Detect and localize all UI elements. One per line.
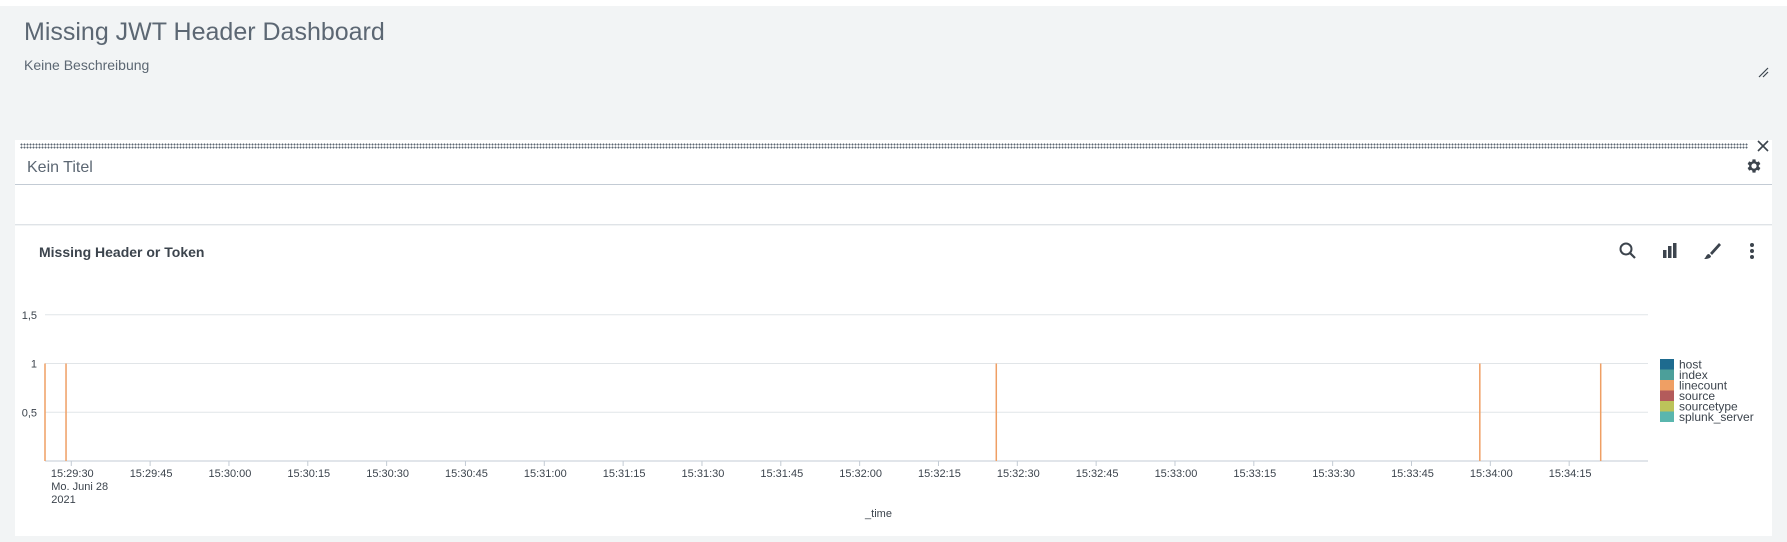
x-tick-label: 15:34:15 xyxy=(1549,468,1592,480)
x-tick-sublabel: 2021 xyxy=(51,494,75,506)
legend-label-splunk_server: splunk_server xyxy=(1679,410,1754,424)
x-tick-label: 15:32:45 xyxy=(1076,468,1119,480)
x-tick-label: 15:33:45 xyxy=(1391,468,1434,480)
column-chart: 0,5 1 1,5 15:29:30 15:29:45 15:30:00 15:30:15 1… xyxy=(22,310,1754,520)
viz-toolbar xyxy=(1617,240,1777,262)
x-tick-label: 15:32:30 xyxy=(997,468,1040,480)
x-tick-label: 15:33:15 xyxy=(1233,468,1276,480)
legend-swatch-index xyxy=(1660,369,1674,380)
panel-title[interactable]: Kein Titel xyxy=(27,159,93,177)
bar-linecount xyxy=(65,363,67,461)
x-tick-label: 15:32:00 xyxy=(839,468,882,480)
x-tick-label: 15:30:45 xyxy=(445,468,488,480)
x-tick-label: 15:33:00 xyxy=(1155,468,1198,480)
x-tick-label: 15:29:30 xyxy=(51,468,94,480)
visualization-panel: Missing Header or Token 0,5 1 1,5 15:29:30 1… xyxy=(15,226,1772,536)
viz-title: Missing Header or Token xyxy=(39,244,205,260)
x-tick-label: 15:33:30 xyxy=(1312,468,1355,480)
more-vertical-icon[interactable] xyxy=(1741,240,1763,262)
x-tick-label: 15:34:00 xyxy=(1470,468,1513,480)
y-tick-label: 0,5 xyxy=(22,407,37,419)
dashboard-description[interactable]: Keine Beschreibung xyxy=(24,57,149,73)
top-strip xyxy=(0,0,1787,6)
search-icon[interactable] xyxy=(1617,240,1639,262)
bar-linecount xyxy=(995,363,998,461)
legend-swatch-splunk_server xyxy=(1660,411,1674,422)
x-tick-sublabel: Mo. Juni 28 xyxy=(51,481,108,493)
legend-swatch-source xyxy=(1660,390,1674,401)
gear-icon[interactable] xyxy=(1745,157,1763,175)
panel-header: Kein Titel xyxy=(15,140,1772,185)
close-icon xyxy=(1757,140,1769,152)
x-tick-label: 15:30:15 xyxy=(287,468,330,480)
x-tick-label: 15:31:45 xyxy=(760,468,803,480)
close-panel-button[interactable] xyxy=(1755,138,1771,154)
x-tick-label: 15:31:15 xyxy=(603,468,646,480)
resize-handle-icon[interactable] xyxy=(1757,66,1769,78)
x-tick-label: 15:31:30 xyxy=(682,468,725,480)
dashboard-title: Missing JWT Header Dashboard xyxy=(24,18,385,46)
y-tick-label: 1,5 xyxy=(22,310,37,322)
legend-swatch-host xyxy=(1660,359,1674,370)
legend-swatch-sourcetype xyxy=(1660,401,1674,412)
x-axis-title: _time xyxy=(864,508,892,520)
x-tick-label: 15:30:00 xyxy=(209,468,252,480)
panel-spacer xyxy=(15,185,1772,225)
bar-chart-icon[interactable] xyxy=(1659,240,1681,262)
bar-linecount xyxy=(44,363,46,461)
x-tick-label: 15:29:45 xyxy=(130,468,173,480)
x-tick-label: 15:32:15 xyxy=(918,468,961,480)
x-tick-label: 15:31:00 xyxy=(524,468,567,480)
bar-linecount xyxy=(1599,363,1602,461)
drag-handle[interactable] xyxy=(20,143,1748,149)
bar-linecount xyxy=(1479,363,1481,461)
y-tick-label: 1 xyxy=(31,359,37,371)
brush-icon[interactable] xyxy=(1701,240,1723,262)
legend-swatch-linecount xyxy=(1660,380,1674,391)
x-tick-label: 15:30:30 xyxy=(366,468,409,480)
